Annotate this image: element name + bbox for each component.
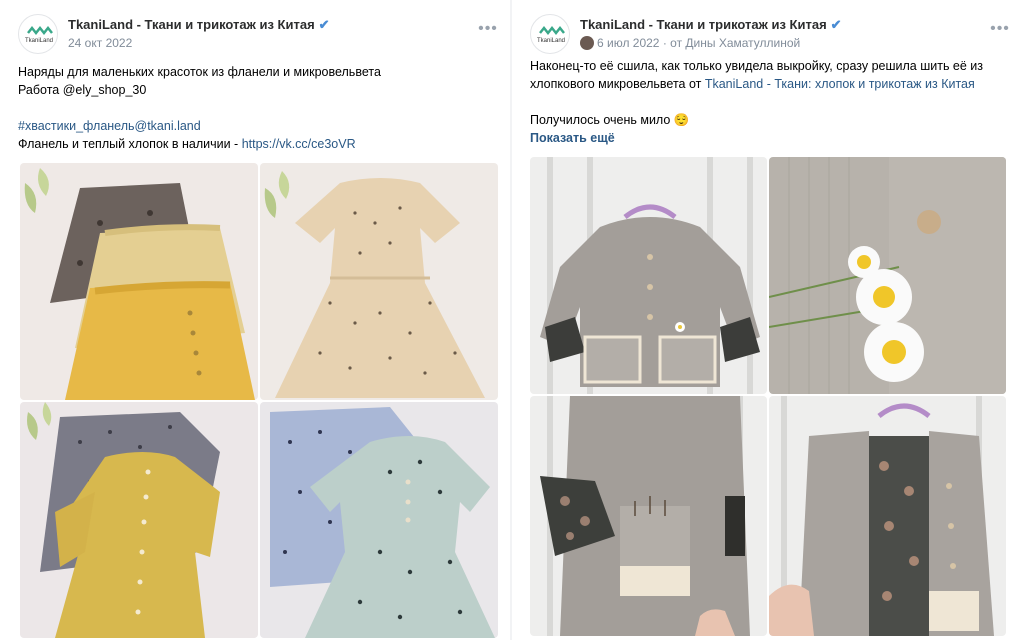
verified-icon: ✔	[830, 17, 842, 32]
show-more-link[interactable]: Показать ещё	[530, 129, 615, 147]
post-left: TkaniLand TkaniLand - Ткани и трикотаж и…	[0, 0, 512, 640]
post-meta: 6 июл 2022 · от Дины Хаматуллиной	[580, 36, 800, 50]
jacket-lining-photo[interactable]	[769, 396, 1006, 636]
verified-icon: ✔	[318, 17, 330, 32]
author-name[interactable]: TkaniLand - Ткани и трикотаж из Китая ✔	[68, 17, 330, 33]
post-text-line-3: Получилось очень мило 😌	[530, 113, 690, 127]
more-options-icon[interactable]: •••	[478, 21, 498, 40]
avatar-logo-text: TkaniLand	[25, 38, 53, 44]
jacket-detail-photo[interactable]	[769, 157, 1006, 394]
shop-link[interactable]: https://vk.cc/ce3oVR	[242, 137, 356, 151]
hashtag-link[interactable]: #хвастики_фланель@tkani.land	[18, 117, 201, 135]
post-text-line-2: Работа @ely_shop_30	[18, 83, 147, 97]
post-text-line-1: Наконец-то её сшила, как только увидела …	[530, 59, 984, 73]
author-mini-avatar[interactable]	[580, 36, 594, 50]
yellow-dress-photo[interactable]	[20, 402, 258, 638]
post-date[interactable]: 6 июл 2022	[597, 36, 659, 50]
post-date[interactable]: 24 окт 2022	[68, 36, 132, 50]
community-avatar[interactable]: TkaniLand	[530, 14, 570, 54]
post-text-line-1: Наряды для маленьких красоток из фланели…	[18, 65, 381, 79]
jacket-pocket-photo[interactable]	[530, 396, 767, 636]
polka-dot-dresses-photo[interactable]	[260, 402, 498, 638]
jacket-front-photo[interactable]	[530, 157, 767, 394]
skirts-photo[interactable]	[20, 163, 258, 400]
post-header: TkaniLand TkaniLand - Ткани и трикотаж и…	[530, 14, 1010, 54]
community-avatar[interactable]: TkaniLand	[18, 14, 58, 54]
post-right: TkaniLand TkaniLand - Ткани и трикотаж и…	[512, 0, 1024, 640]
post-text-line-4: Фланель и теплый хлопок в наличии - http…	[18, 137, 356, 151]
more-options-icon[interactable]: •••	[990, 21, 1010, 40]
post-text-line-2: хлопкового микровельвета от TkaniLand - …	[530, 77, 975, 91]
author-name[interactable]: TkaniLand - Ткани и трикотаж из Китая ✔	[580, 17, 842, 33]
avatar-logo-text: TkaniLand	[537, 38, 565, 44]
post-header: TkaniLand TkaniLand - Ткани и трикотаж и…	[18, 14, 498, 54]
post-from[interactable]: от Дины Хаматуллиной	[670, 36, 800, 50]
floral-dress-photo[interactable]	[260, 163, 498, 400]
community-link[interactable]: TkaniLand - Ткани: хлопок и трикотаж из …	[705, 77, 975, 91]
